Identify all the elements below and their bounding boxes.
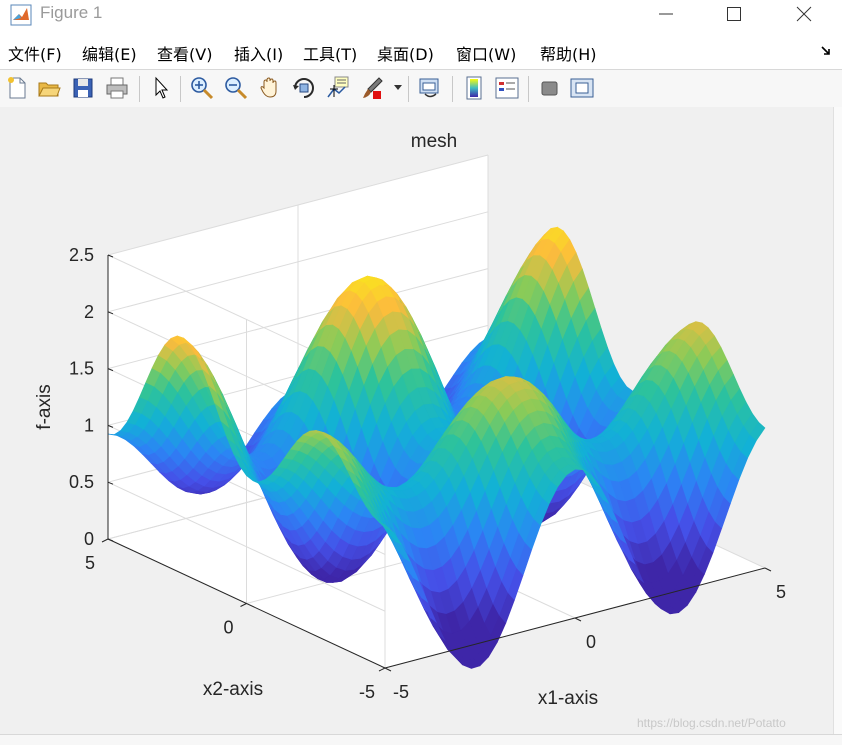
- maximize-icon: [727, 7, 741, 21]
- close-button[interactable]: [774, 0, 834, 30]
- save-icon[interactable]: [70, 75, 96, 101]
- brush-icon[interactable]: [359, 75, 385, 101]
- menu-desktop[interactable]: 桌面(D): [377, 41, 434, 65]
- edit-plot-icon[interactable]: [148, 75, 174, 101]
- toolbar-separator: [408, 76, 409, 102]
- z-tick-label: 2: [84, 302, 94, 322]
- toolbar-separator: [452, 76, 453, 102]
- x-tick-label: 0: [586, 632, 596, 652]
- menu-bar: 文件(F) 编辑(E) 查看(V) 插入(I) 工具(T) 桌面(D) 窗口(W…: [0, 36, 842, 68]
- y-tick-label: 0: [223, 618, 233, 638]
- maximize-button[interactable]: [704, 0, 764, 30]
- open-file-icon[interactable]: [36, 75, 62, 101]
- window-title: Figure 1: [40, 3, 103, 22]
- y-axis-label: x2-axis: [203, 679, 263, 700]
- zoom-out-icon[interactable]: [223, 75, 249, 101]
- brush-dropdown-arrow-icon[interactable]: [394, 85, 402, 91]
- y-tick-label: -5: [359, 682, 375, 702]
- dock-arrow-icon[interactable]: [820, 45, 832, 57]
- window-title-bar: Figure 1: [0, 0, 842, 30]
- insert-legend-icon[interactable]: [494, 75, 520, 101]
- x-tick: [764, 567, 772, 572]
- menu-tools[interactable]: 工具(T): [303, 41, 357, 65]
- z-tick-label: 0.5: [69, 472, 94, 492]
- x-axis-label: x1-axis: [538, 688, 598, 709]
- status-strip: [0, 734, 842, 745]
- z-axis-label: f-axis: [34, 384, 55, 429]
- pan-icon[interactable]: [257, 75, 283, 101]
- print-icon[interactable]: [104, 75, 130, 101]
- menu-view[interactable]: 查看(V): [157, 41, 212, 65]
- toolbar-separator: [139, 76, 140, 102]
- close-icon: [796, 6, 812, 22]
- x-tick-label: -5: [393, 682, 409, 702]
- show-plot-tools-icon[interactable]: [569, 75, 595, 101]
- data-cursor-icon[interactable]: [325, 75, 351, 101]
- toolbar-separator: [528, 76, 529, 102]
- z-tick-label: 1: [84, 415, 94, 435]
- y-tick: [240, 603, 247, 607]
- y-tick: [378, 667, 386, 672]
- menu-window[interactable]: 窗口(W): [456, 41, 516, 65]
- menu-help[interactable]: 帮助(H): [540, 41, 597, 65]
- rotate-3d-icon[interactable]: [291, 75, 317, 101]
- menu-insert[interactable]: 插入(I): [234, 41, 283, 65]
- figure-canvas[interactable]: -5 0 5 -5 0 5 0 0.5 1 1.5 2 2.5 mesh x1-axis x2-axis f-…: [0, 107, 834, 744]
- surface-plot[interactable]: -5 0 5 -5 0 5 0 0.5 1 1.5 2 2.5 mesh x1-axis x2-axis f-…: [0, 107, 834, 744]
- watermark-text: https://blog.csdn.net/Potatto: [637, 716, 786, 730]
- insert-colorbar-icon[interactable]: [461, 75, 487, 101]
- y-tick-label: 5: [85, 553, 95, 573]
- x-tick: [574, 617, 582, 622]
- hide-plot-tools-icon[interactable]: [537, 75, 563, 101]
- x-tick-label: 5: [776, 582, 786, 602]
- z-tick-label: 0: [84, 529, 94, 549]
- right-edge-panel: [833, 107, 842, 744]
- link-plot-icon[interactable]: [417, 75, 443, 101]
- new-figure-icon[interactable]: [4, 75, 30, 101]
- figure-toolbar: [0, 69, 842, 108]
- matlab-logo-icon: [10, 4, 32, 26]
- menu-file[interactable]: 文件(F): [8, 41, 62, 65]
- minimize-button[interactable]: [636, 0, 696, 30]
- z-tick-label: 2.5: [69, 245, 94, 265]
- chart-title: mesh: [411, 131, 457, 152]
- y-tick: [101, 538, 109, 543]
- zoom-in-icon[interactable]: [189, 75, 215, 101]
- toolbar-separator: [180, 76, 181, 102]
- minimize-icon: [659, 13, 673, 15]
- x-tick: [384, 667, 392, 672]
- z-tick-label: 1.5: [69, 359, 94, 379]
- menu-edit[interactable]: 编辑(E): [82, 41, 137, 65]
